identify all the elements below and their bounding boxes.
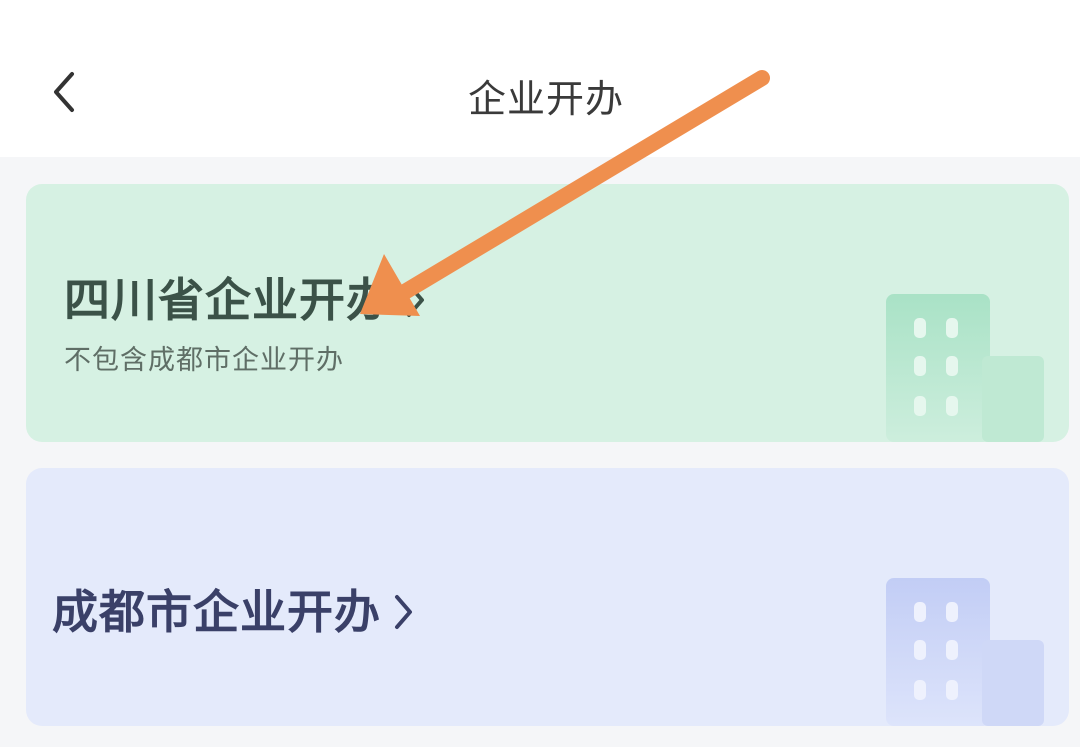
card-subtitle: 不包含成都市企业开办: [64, 345, 344, 376]
card-title: 成都市企业开办: [52, 576, 417, 642]
page-title: 企业开办: [467, 77, 624, 121]
sichuan-enterprise-card[interactable]: 四川省企业开办 不包含成都市企业开办: [26, 184, 1069, 442]
building-icon: [886, 294, 1044, 442]
sichuan-card-title-text: 四川省企业开办: [64, 273, 393, 327]
card-title: 四川省企业开办: [64, 264, 429, 330]
building-icon: [886, 578, 1044, 726]
chengdu-card-title-text: 成都市企业开办: [52, 585, 381, 639]
chengdu-enterprise-card[interactable]: 成都市企业开办: [26, 468, 1069, 726]
chevron-right-icon: [389, 591, 417, 633]
top-navigation-bar: 企业开办: [0, 0, 1080, 157]
chevron-right-icon: [401, 279, 429, 321]
